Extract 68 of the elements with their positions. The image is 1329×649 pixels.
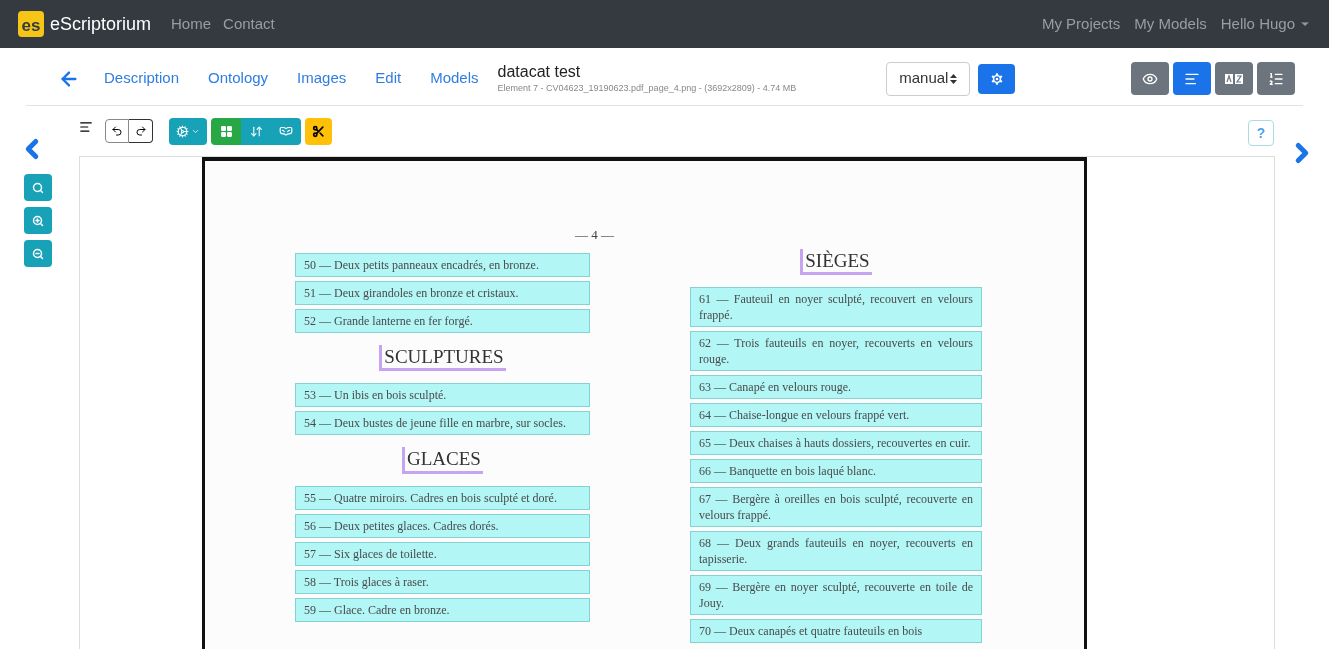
text-line-segment[interactable]: 64 — Chaise-longue en velours frappé vert. xyxy=(690,403,982,428)
text-line-segment[interactable]: 51 — Deux girandoles en bronze et cristaux. xyxy=(295,280,590,305)
nav-link[interactable]: My Projects xyxy=(1041,12,1121,36)
text-line-segment[interactable]: 53 — Un ibis en bois sculpté. xyxy=(295,383,590,408)
settings-button[interactable] xyxy=(978,63,1016,94)
sort-arrows-icon xyxy=(249,124,263,138)
text-line-segment[interactable]: 56 — Deux petites glaces. Cadres dorés. xyxy=(295,514,590,538)
text-line-segment[interactable]: 55 — Quatre miroirs. Cadres en bois sculpté et doré. xyxy=(295,486,590,510)
text-line-segment[interactable]: 54 — Deux bustes de jeune fille en marbre, sur socles. xyxy=(295,411,590,436)
nav-link[interactable]: My Models xyxy=(1134,12,1207,36)
text-line-segment[interactable]: 50 — Deux petits panneaux encadrés, en bronze. xyxy=(295,252,590,277)
cut-button[interactable] xyxy=(305,117,332,145)
text-lines-icon[interactable] xyxy=(79,120,93,134)
text-line-segment[interactable]: 68 — Deux grands fauteuils en noyer, recouverts en tapisserie. xyxy=(690,531,982,572)
mode-select[interactable]: manual xyxy=(886,61,971,96)
updown-icon xyxy=(950,73,958,84)
gears-icon xyxy=(176,124,189,138)
scissors-icon xyxy=(312,124,325,138)
document-tab[interactable]: Ontology xyxy=(208,67,269,90)
view-toggle-button[interactable] xyxy=(1257,62,1295,95)
text-line-segment[interactable]: 52 — Grande lanterne en fer forgé. xyxy=(295,308,590,333)
segment-options-button[interactable] xyxy=(169,117,207,145)
brand-name[interactable]: eScriptorium xyxy=(50,10,152,38)
settings-icon xyxy=(988,70,1005,87)
grid-icon xyxy=(219,124,233,138)
text-line-segment[interactable]: 65 — Deux chaises à hauts dossiers, recouvertes en cuir. xyxy=(690,431,982,456)
page-number: — 4 — xyxy=(575,226,614,244)
view-toggle-button[interactable] xyxy=(1215,62,1253,95)
search-icon xyxy=(31,181,44,194)
nav-link[interactable]: Home xyxy=(171,12,212,36)
numbered-list-icon xyxy=(1268,70,1284,87)
document-tab[interactable]: Images xyxy=(297,67,347,90)
document-tab[interactable]: Description xyxy=(104,67,180,90)
text-line-segment[interactable]: 61 — Fauteuil en noyer sculpté, recouvert en velours frappé. xyxy=(690,287,982,328)
undo-button[interactable] xyxy=(105,119,129,143)
letter-boxes-icon xyxy=(1225,72,1243,85)
segmentation-tool-button[interactable] xyxy=(241,117,271,145)
text-line-segment[interactable]: 58 — Trois glaces à raser. xyxy=(295,570,590,594)
user-menu[interactable]: Hello Hugo xyxy=(1220,12,1311,36)
document-info: Element 7 - CV04623_19190623.pdf_page_4.png - (3692x2809) - 4.74 MB xyxy=(497,81,797,95)
undo-icon xyxy=(111,125,123,137)
text-line-segment[interactable]: 63 — Canapé en velours rouge. xyxy=(690,375,982,400)
text-line-segment[interactable]: 67 — Bergère à oreilles en bois sculpté, recouverte en velours frappé. xyxy=(690,487,982,528)
text-line-segment[interactable]: 66 — Banquette en bois laqué blanc. xyxy=(690,459,982,484)
zoom-in-icon xyxy=(31,214,44,227)
zoom-in-button[interactable] xyxy=(23,207,52,234)
text-line-segment[interactable]: 70 — Deux canapés et quatre fauteuils en bois xyxy=(690,619,982,644)
text-line-segment[interactable]: 57 — Six glaces de toilette. xyxy=(295,542,590,566)
mask-icon xyxy=(279,124,293,138)
document-title: datacat test xyxy=(497,61,582,82)
document-tab[interactable]: Edit xyxy=(375,67,402,90)
text-line-segment[interactable]: 59 — Glace. Cadre en bronze. xyxy=(295,598,590,622)
region-heading[interactable]: SCULPTURES xyxy=(379,344,506,372)
logo-icon: es xyxy=(18,11,44,37)
text-line-segment[interactable]: 62 — Trois fauteuils en noyer, recouverts en velours rouge. xyxy=(690,331,982,372)
region-heading[interactable]: SIÈGES xyxy=(800,248,872,276)
view-toggle-button[interactable] xyxy=(1173,62,1211,95)
zoom-out-button[interactable] xyxy=(23,240,52,267)
zoom-fit-button[interactable] xyxy=(23,174,52,201)
view-toggle-button[interactable] xyxy=(1131,62,1169,95)
document-tab[interactable]: Models xyxy=(430,67,479,90)
redo-icon xyxy=(134,125,147,137)
segmentation-tool-button[interactable] xyxy=(211,117,241,145)
nav-link[interactable]: Contact xyxy=(223,12,275,36)
redo-button[interactable] xyxy=(129,119,153,143)
zoom-out-icon xyxy=(31,247,44,260)
region-heading[interactable]: GLACES xyxy=(402,447,483,474)
text-line-segment[interactable]: 69 — Bergère en noyer sculpté, recouverte en toile de Jouy. xyxy=(690,575,982,616)
